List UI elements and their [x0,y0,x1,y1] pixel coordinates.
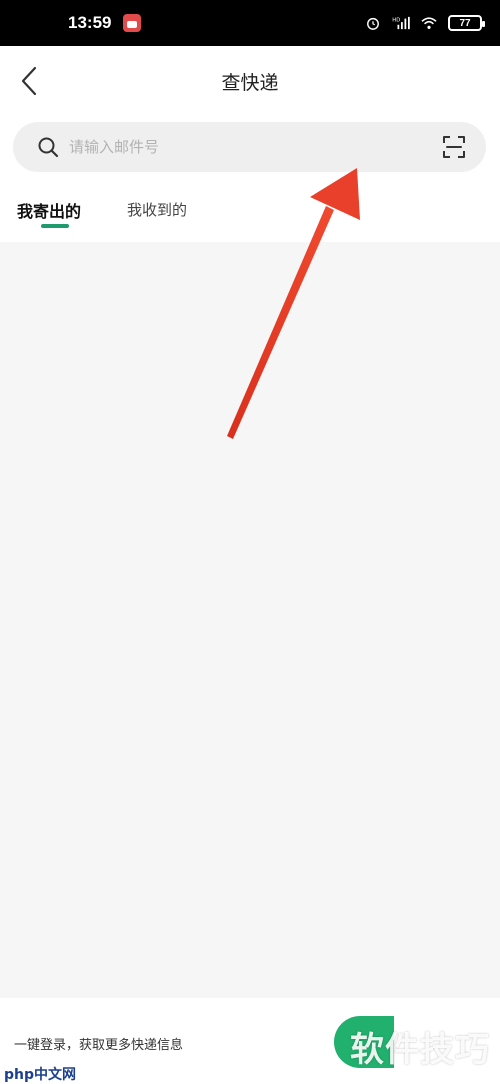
signal-icon: HD [392,16,410,30]
search-bar[interactable] [13,122,486,172]
tab-received[interactable]: 我收到的 [127,199,187,220]
hd-label: HD [392,17,400,23]
login-prompt: 一键登录，获取更多快递信息 [14,1038,184,1053]
status-bar: 13:59 HD 77 [0,0,500,46]
status-right: HD 77 [364,15,485,31]
tab-sent[interactable]: 我寄出的 [17,198,81,222]
search-icon [37,136,59,158]
content-area [0,242,500,998]
header: 查快递 我寄出的 我收到的 [0,46,500,242]
status-time: 13:59 [68,13,112,32]
status-left: 13:59 [68,13,142,33]
app-notification-icon [123,14,142,32]
watermark-text: 软件技巧 [350,1030,490,1070]
wifi-icon [421,17,437,29]
search-input[interactable] [69,138,440,156]
tab-bar: 我寄出的 我收到的 [0,194,500,234]
active-tab-indicator [41,224,69,228]
alarm-icon [367,17,379,30]
page-title: 查快递 [221,72,279,94]
site-logo: php中文网 [2,1064,79,1084]
battery-indicator: 77 [448,15,485,31]
scan-icon[interactable] [440,133,468,161]
login-banner: 一键登录，获取更多快递信息 软件技巧 php中文网 [0,998,500,1084]
